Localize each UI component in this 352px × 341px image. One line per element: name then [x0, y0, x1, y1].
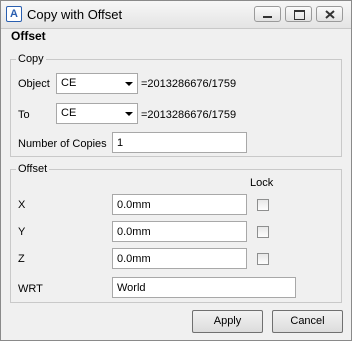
y-offset-value: 0.0mm	[117, 226, 151, 238]
y-lock-checkbox[interactable]	[257, 226, 269, 238]
lock-header: Lock	[250, 177, 274, 189]
to-value: CE	[61, 107, 77, 119]
x-label: X	[18, 199, 26, 211]
x-offset-value: 0.0mm	[117, 199, 151, 211]
maximize-button[interactable]	[285, 6, 312, 22]
object-value: CE	[61, 77, 77, 89]
app-icon: A	[6, 6, 22, 22]
close-icon	[325, 10, 335, 19]
z-label: Z	[18, 253, 25, 265]
wrt-label: WRT	[18, 283, 43, 295]
menu-bar: Offset	[1, 29, 351, 44]
menu-offset[interactable]: Offset	[11, 29, 46, 43]
object-label: Object	[18, 78, 50, 90]
number-of-copies-label: Number of Copies	[18, 138, 107, 150]
cancel-button[interactable]: Cancel	[272, 310, 343, 333]
z-offset-value: 0.0mm	[117, 253, 151, 265]
to-label: To	[18, 109, 30, 121]
minimize-button[interactable]	[254, 6, 281, 22]
minimize-icon	[263, 16, 272, 18]
wrt-field[interactable]: World	[112, 277, 296, 298]
y-label: Y	[18, 226, 26, 238]
maximize-icon	[294, 10, 305, 20]
wrt-value: World	[117, 282, 146, 294]
copy-legend: Copy	[16, 53, 46, 65]
z-offset-field[interactable]: 0.0mm	[112, 248, 247, 269]
z-lock-checkbox[interactable]	[257, 253, 269, 265]
object-ref: =2013286676/1759	[141, 78, 237, 90]
to-ref: =2013286676/1759	[141, 109, 237, 121]
y-offset-field[interactable]: 0.0mm	[112, 221, 247, 242]
object-dropdown[interactable]: CE	[56, 73, 138, 94]
close-button[interactable]	[316, 6, 343, 22]
copy-with-offset-dialog: A Copy with Offset Offset Copy Object CE…	[0, 0, 352, 341]
to-dropdown[interactable]: CE	[56, 103, 138, 124]
number-of-copies-value: 1	[117, 137, 124, 149]
apply-button[interactable]: Apply	[192, 310, 263, 333]
chevron-down-icon	[125, 112, 133, 116]
title-bar[interactable]: A Copy with Offset	[1, 1, 351, 29]
chevron-down-icon	[125, 82, 133, 86]
number-of-copies-field[interactable]: 1	[112, 132, 247, 153]
window-title: Copy with Offset	[27, 7, 123, 22]
x-lock-checkbox[interactable]	[257, 199, 269, 211]
x-offset-field[interactable]: 0.0mm	[112, 194, 247, 215]
offset-legend: Offset	[16, 163, 50, 175]
